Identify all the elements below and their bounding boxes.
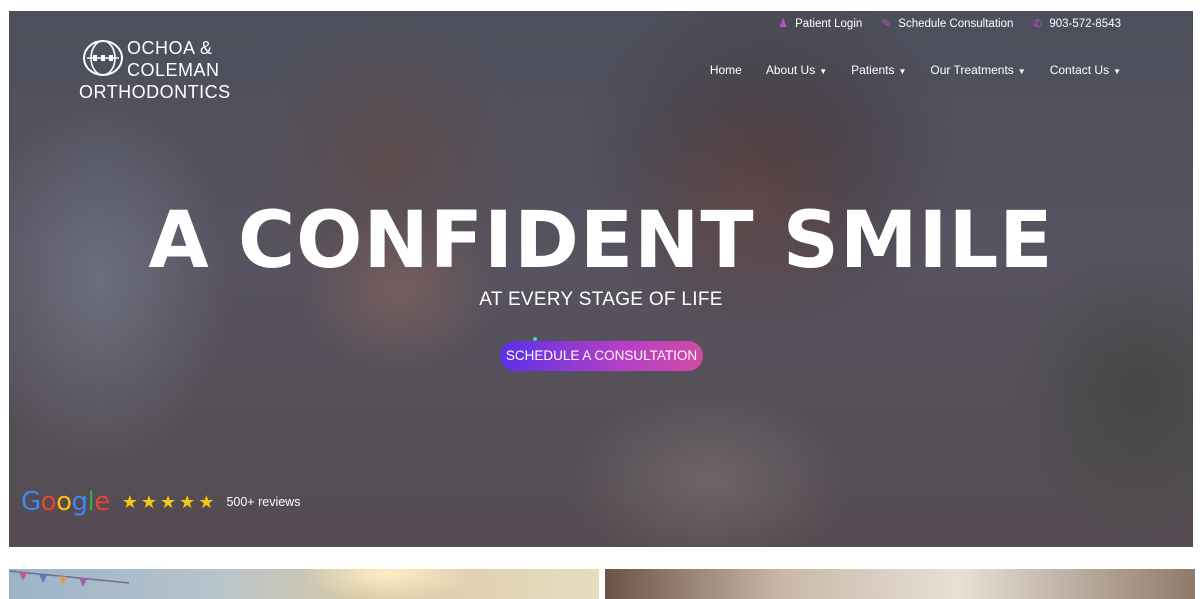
- patient-login-label: Patient Login: [795, 17, 863, 30]
- chevron-down-icon: ▼: [898, 66, 907, 76]
- nav-item-contact-us[interactable]: Contact Us ▼: [1050, 63, 1121, 77]
- chevron-down-icon: ▼: [819, 66, 828, 76]
- feature-card-right-image[interactable]: [605, 569, 1195, 599]
- feature-card-left-image[interactable]: [9, 569, 599, 599]
- nav-item-patients[interactable]: Patients ▼: [851, 63, 906, 77]
- phone-link[interactable]: ✆ 903-572-8543: [1031, 17, 1121, 31]
- chevron-down-icon: ▼: [1113, 66, 1121, 76]
- schedule-consultation-label: Schedule Consultation: [898, 17, 1014, 30]
- schedule-consultation-button[interactable]: SCHEDULE A CONSULTATION: [500, 341, 703, 371]
- google-letter: g: [71, 487, 89, 517]
- main-navigation: Home About Us ▼ Patients ▼ Our Treatment…: [710, 63, 1121, 77]
- schedule-consultation-link[interactable]: ✎ Schedule Consultation: [880, 17, 1014, 31]
- star-rating: ★ ★ ★ ★ ★: [122, 492, 215, 513]
- google-letter: G: [21, 487, 41, 517]
- top-utility-bar: ♟ Patient Login ✎ Schedule Consultation …: [777, 17, 1121, 31]
- nav-item-label: Patients: [851, 63, 895, 77]
- site-logo[interactable]: OCHOA & COLEMAN ORTHODONTICS: [79, 38, 231, 102]
- logo-text-line-2: COLEMAN: [127, 60, 220, 80]
- review-count: 500+ reviews: [226, 495, 301, 509]
- chevron-down-icon: ▼: [1017, 66, 1026, 76]
- star-icon: ★: [140, 491, 158, 512]
- star-icon: ★: [198, 491, 215, 512]
- user-icon: ♟: [778, 18, 789, 30]
- star-icon: ★: [121, 491, 138, 512]
- nav-item-label: Home: [709, 63, 742, 77]
- nav-item-home[interactable]: Home: [710, 63, 742, 77]
- nav-item-label: About Us: [765, 63, 816, 77]
- phone-icon: ✆: [1032, 18, 1042, 30]
- hero-banner: ♟ Patient Login ✎ Schedule Consultation …: [9, 11, 1193, 547]
- edit-icon: ✎: [881, 18, 891, 30]
- hero-headline: A CONFIDENT SMILE: [148, 196, 1054, 286]
- star-icon: ★: [179, 491, 196, 512]
- google-letter: e: [94, 487, 110, 517]
- logo-text-line-3: ORTHODONTICS: [79, 82, 231, 102]
- star-icon: ★: [160, 491, 177, 512]
- nav-item-label: Our Treatments: [930, 63, 1014, 77]
- phone-number-label: 903-572-8543: [1049, 17, 1121, 30]
- logo-mark-icon: [83, 40, 123, 76]
- bunting-decoration: [9, 570, 129, 587]
- nav-item-our-treatments[interactable]: Our Treatments ▼: [930, 63, 1025, 77]
- google-letter: o: [40, 487, 57, 517]
- google-reviews-badge[interactable]: Google ★ ★ ★ ★ ★ 500+ reviews: [21, 487, 300, 517]
- google-letter: o: [56, 487, 72, 517]
- hero-subheadline: AT EVERY STAGE OF LIFE: [479, 289, 723, 310]
- google-logo: Google: [21, 487, 110, 517]
- nav-item-about-us[interactable]: About Us ▼: [766, 63, 827, 77]
- logo-text-line-1: OCHOA &: [127, 38, 213, 58]
- patient-login-link[interactable]: ♟ Patient Login: [777, 17, 863, 31]
- nav-item-label: Contact Us: [1049, 63, 1110, 77]
- page: ♟ Patient Login ✎ Schedule Consultation …: [0, 0, 1200, 599]
